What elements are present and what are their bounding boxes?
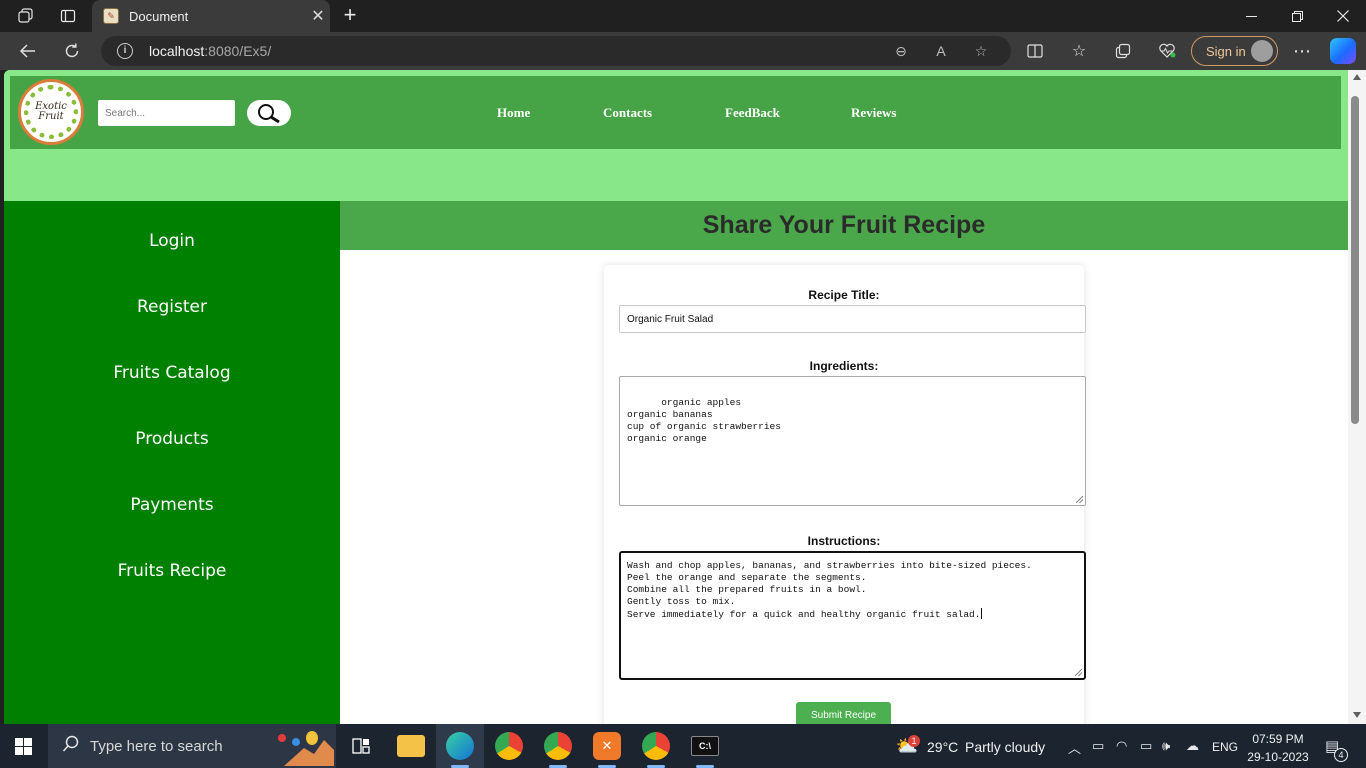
favorite-star-icon[interactable]: ☆: [971, 41, 991, 61]
favorites-icon[interactable]: ☆: [1065, 37, 1093, 65]
wifi-icon[interactable]: ◠: [1116, 738, 1127, 754]
minimize-icon[interactable]: [1228, 0, 1274, 32]
refresh-icon[interactable]: [58, 37, 86, 65]
sidebar-item-fruits-catalog[interactable]: Fruits Catalog: [4, 363, 340, 383]
search-highlight-icon: [278, 731, 334, 766]
nav-contacts[interactable]: Contacts: [603, 105, 652, 121]
meet-now-icon[interactable]: ▭: [1092, 738, 1104, 754]
edge-icon[interactable]: [446, 732, 474, 760]
sidebar-item-fruits-recipe[interactable]: Fruits Recipe: [4, 561, 340, 581]
resize-grip-icon[interactable]: [1075, 669, 1082, 676]
nav-feedback[interactable]: FeedBack: [725, 105, 780, 121]
url-path: :8080/Ex5/: [204, 43, 272, 59]
clock-date[interactable]: 29-10-2023: [1244, 750, 1312, 764]
favicon-icon: ✎: [103, 8, 119, 24]
taskbar: Type here to search ✕ C:\ ⛅ 1 29°C Partl…: [0, 724, 1366, 768]
resize-grip-icon[interactable]: [1076, 496, 1083, 503]
instructions-label: Instructions:: [807, 534, 881, 548]
battery-icon[interactable]: ▭: [1140, 738, 1152, 754]
restore-icon[interactable]: [1274, 0, 1320, 32]
browser-toolbar: i localhost:8080/Ex5/ ⊖ A ☆ ☆ Sign in ⋯: [0, 32, 1366, 70]
url-text: localhost:8080/Ex5/: [149, 43, 271, 59]
more-options-icon[interactable]: ⋯: [1288, 37, 1316, 65]
sidebar: Login Register Fruits Catalog Products P…: [4, 201, 340, 724]
nav-home[interactable]: Home: [497, 105, 530, 121]
submit-recipe-button[interactable]: Submit Recipe: [796, 702, 891, 724]
recipe-title-label: Recipe Title:: [808, 288, 880, 302]
split-screen-icon[interactable]: [1021, 37, 1049, 65]
ingredients-text: organic apples organic bananas cup of or…: [627, 397, 781, 444]
clock-time[interactable]: 07:59 PM: [1250, 732, 1306, 746]
page-title: Share Your Fruit Recipe: [702, 211, 986, 239]
collections-icon[interactable]: [1109, 37, 1137, 65]
workspaces-icon[interactable]: [12, 4, 40, 28]
language-indicator[interactable]: ENG: [1212, 740, 1238, 754]
ingredients-field[interactable]: organic apples organic bananas cup of or…: [619, 376, 1086, 506]
back-arrow-icon[interactable]: [14, 37, 42, 65]
scroll-up-icon[interactable]: [1353, 74, 1361, 80]
sidebar-item-payments[interactable]: Payments: [4, 495, 340, 515]
copilot-icon[interactable]: [1330, 38, 1356, 64]
site-search-input[interactable]: [98, 100, 235, 126]
file-explorer-icon[interactable]: [397, 735, 425, 757]
sidebar-item-login[interactable]: Login: [4, 231, 340, 251]
terminal-icon[interactable]: C:\: [691, 736, 719, 756]
xampp-icon[interactable]: ✕: [593, 732, 621, 760]
chrome-profile-2-icon[interactable]: [642, 732, 670, 760]
weather-badge: 1: [908, 735, 920, 747]
page-title-bar: Share Your Fruit Recipe: [340, 201, 1348, 250]
tab-strip: ✎ Document ✕ +: [0, 0, 1366, 32]
onedrive-icon[interactable]: ☁: [1186, 738, 1199, 754]
taskbar-search-placeholder: Type here to search: [90, 737, 223, 755]
volume-icon[interactable]: 🕪: [1162, 738, 1170, 754]
page-viewport: Exotic Fruit Home Contacts FeedBack Revi…: [4, 70, 1348, 724]
scroll-down-icon[interactable]: [1353, 712, 1361, 718]
browser-essentials-icon[interactable]: [1153, 37, 1181, 65]
scroll-thumb[interactable]: [1351, 96, 1359, 424]
sidebar-item-register[interactable]: Register: [4, 297, 340, 317]
close-window-icon[interactable]: [1320, 0, 1366, 32]
page-scrollbar[interactable]: [1348, 70, 1366, 724]
nav-reviews[interactable]: Reviews: [851, 105, 897, 121]
magnifier-icon: [258, 104, 280, 124]
new-tab-icon[interactable]: +: [338, 3, 362, 27]
notification-count: 4: [1334, 748, 1348, 762]
sign-in-label: Sign in: [1206, 43, 1246, 59]
taskbar-search[interactable]: Type here to search: [48, 724, 336, 768]
instructions-field[interactable]: Wash and chop apples, bananas, and straw…: [619, 551, 1086, 680]
site-info-icon[interactable]: i: [117, 43, 133, 59]
text-caret: [981, 608, 983, 619]
task-view-icon[interactable]: [347, 732, 375, 760]
address-bar[interactable]: i localhost:8080/Ex5/ ⊖ A ☆: [101, 36, 1011, 66]
sign-in-button[interactable]: Sign in: [1191, 36, 1278, 66]
search-icon: [62, 735, 80, 758]
recipe-title-field[interactable]: Organic Fruit Salad: [619, 305, 1086, 333]
recipe-form: Recipe Title: Organic Fruit Salad Ingred…: [604, 265, 1086, 724]
read-aloud-icon[interactable]: A: [931, 41, 951, 61]
tab-actions-icon[interactable]: [54, 4, 82, 28]
tab-title: Document: [129, 8, 189, 24]
chrome-profile-icon[interactable]: [544, 732, 572, 760]
weather-desc[interactable]: Partly cloudy: [965, 739, 1045, 755]
sidebar-item-products[interactable]: Products: [4, 429, 340, 449]
close-tab-icon[interactable]: ✕: [306, 6, 330, 26]
search-button[interactable]: [247, 100, 291, 126]
zoom-out-icon[interactable]: ⊖: [891, 41, 911, 61]
instructions-text: Wash and chop apples, bananas, and straw…: [627, 560, 1032, 620]
tab-document[interactable]: ✎ Document ✕: [92, 0, 330, 32]
chrome-icon[interactable]: [495, 732, 523, 760]
avatar-icon: [1251, 40, 1273, 62]
logo-text-2: Fruit: [38, 111, 64, 122]
chevron-up-icon[interactable]: ︿: [1068, 738, 1081, 757]
site-logo[interactable]: Exotic Fruit: [18, 79, 84, 145]
ingredients-label: Ingredients:: [809, 359, 879, 373]
weather-temp[interactable]: 29°C: [927, 739, 958, 755]
site-header: Exotic Fruit Home Contacts FeedBack Revi…: [10, 76, 1341, 149]
url-host: localhost: [149, 43, 205, 59]
windows-start-icon[interactable]: [15, 738, 32, 755]
